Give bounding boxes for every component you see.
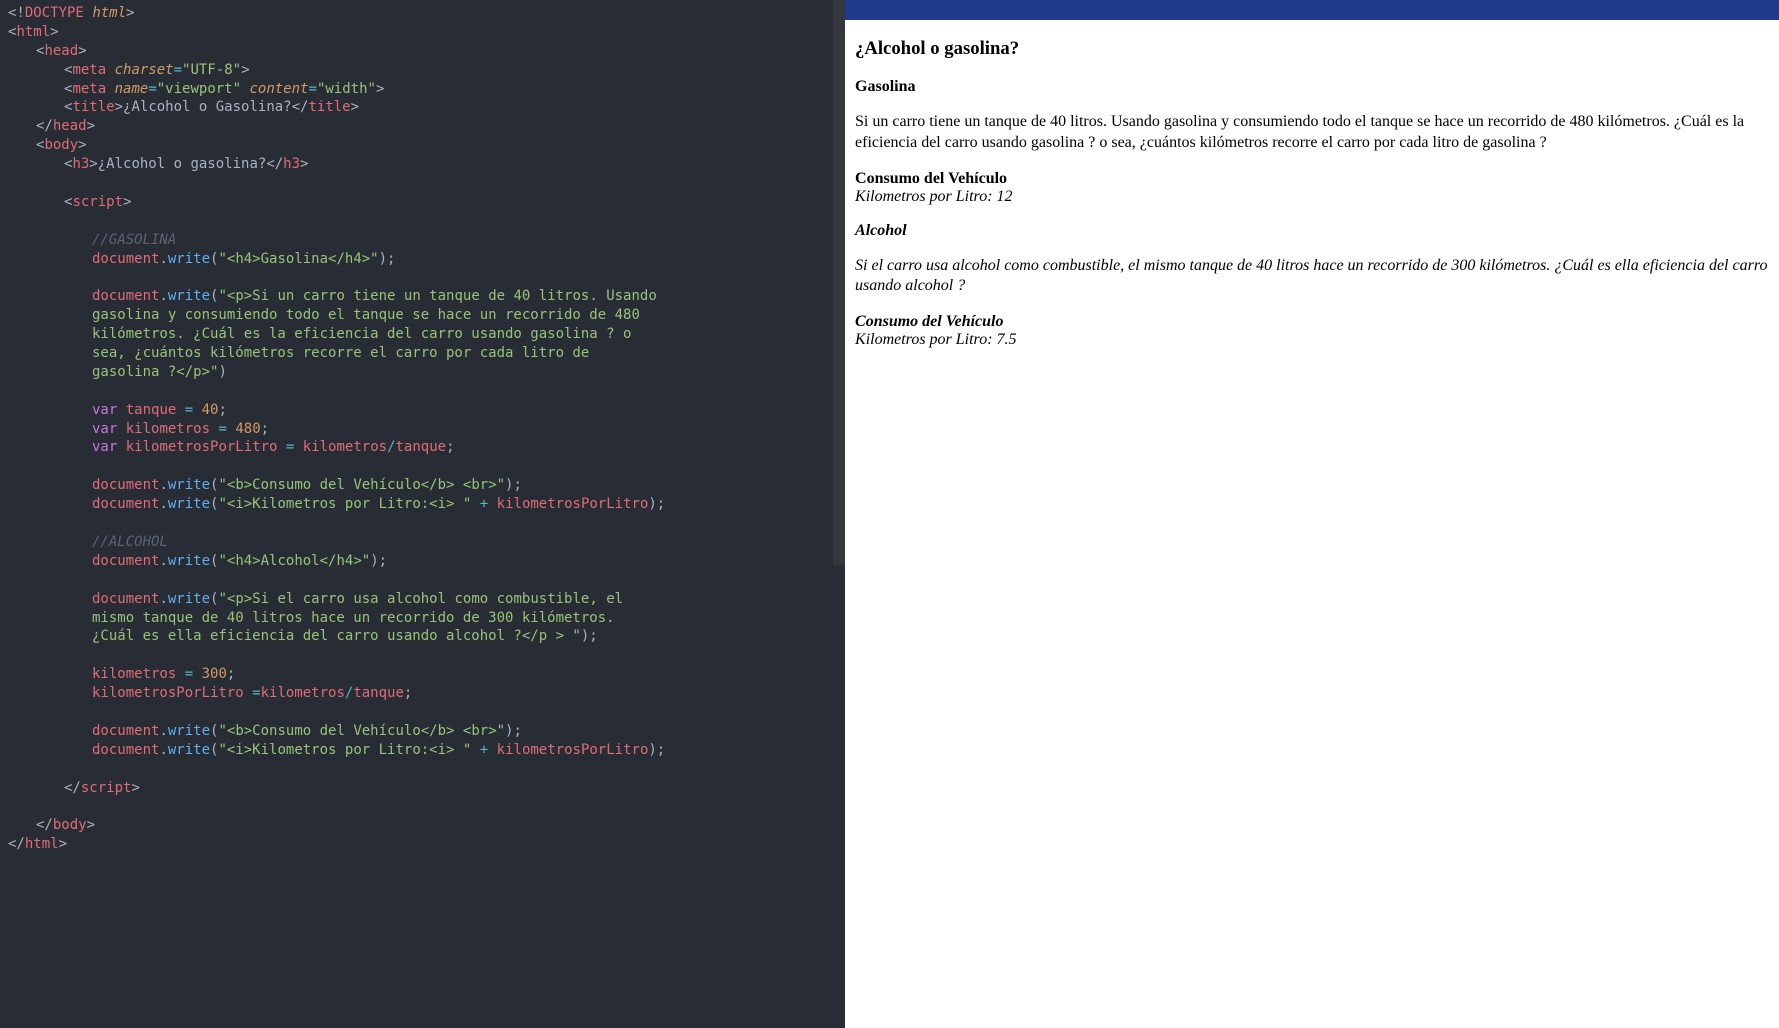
code-editor-pane[interactable]: <!DOCTYPE html> <html> <head> <meta char… — [0, 0, 845, 1028]
code-line[interactable]: kilometrosPorLitro =kilometros/tanque; — [8, 684, 837, 703]
code-line[interactable]: </html> — [8, 835, 837, 854]
alcohol-heading: Alcohol — [855, 222, 1769, 240]
consumo-label: Consumo del Vehículo — [855, 170, 1007, 187]
gasolina-heading: Gasolina — [855, 78, 1769, 96]
scrollbar[interactable] — [833, 0, 845, 565]
code-line[interactable]: ¿Cuál es ella eficiencia del carro usand… — [8, 627, 837, 646]
code-line[interactable]: var kilometros = 480; — [8, 420, 837, 439]
code-line[interactable]: </head> — [8, 117, 837, 136]
code-line[interactable]: document.write("<i>Kilometros por Litro:… — [8, 741, 837, 760]
preview-header-bar — [845, 0, 1779, 20]
code-line[interactable]: //ALCOHOL — [8, 533, 837, 552]
page-title: ¿Alcohol o gasolina? — [855, 38, 1769, 60]
code-line[interactable]: <body> — [8, 136, 837, 155]
gasolina-text: Si un carro tiene un tanque de 40 litros… — [855, 112, 1769, 154]
code-line[interactable]: //GASOLINA — [8, 231, 837, 250]
gasolina-kpl: Kilometros por Litro: 12 — [855, 188, 1013, 205]
code-line[interactable]: document.write("<b>Consumo del Vehículo<… — [8, 476, 837, 495]
code-line[interactable]: <!DOCTYPE html> — [8, 4, 837, 23]
code-line[interactable]: <title>¿Alcohol o Gasolina?</title> — [8, 98, 837, 117]
code-line[interactable]: <script> — [8, 193, 837, 212]
code-line[interactable]: document.write("<i>Kilometros por Litro:… — [8, 495, 837, 514]
code-line[interactable]: kilometros = 300; — [8, 665, 837, 684]
code-line[interactable]: <meta name="viewport" content="width"> — [8, 80, 837, 99]
alcohol-consumo: Consumo del Vehículo Kilometros por Litr… — [855, 313, 1769, 349]
code-line[interactable]: <html> — [8, 23, 837, 42]
preview-pane: ¿Alcohol o gasolina? Gasolina Si un carr… — [845, 0, 1779, 1028]
alcohol-text: Si el carro usa alcohol como combustible… — [855, 256, 1769, 298]
preview-content: ¿Alcohol o gasolina? Gasolina Si un carr… — [845, 20, 1779, 383]
code-line[interactable]: document.write("<h4>Gasolina</h4>"); — [8, 250, 837, 269]
code-line[interactable]: kilómetros. ¿Cuál es la eficiencia del c… — [8, 325, 837, 344]
code-line[interactable]: document.write("<p>Si el carro usa alcoh… — [8, 590, 837, 609]
gasolina-consumo: Consumo del Vehículo Kilometros por Litr… — [855, 170, 1769, 206]
code-line[interactable]: </body> — [8, 816, 837, 835]
code-line[interactable]: var kilometrosPorLitro = kilometros/tanq… — [8, 438, 837, 457]
code-line[interactable]: <h3>¿Alcohol o gasolina?</h3> — [8, 155, 837, 174]
code-line[interactable]: document.write("<b>Consumo del Vehículo<… — [8, 722, 837, 741]
code-line[interactable]: var tanque = 40; — [8, 401, 837, 420]
code-line[interactable]: gasolina y consumiendo todo el tanque se… — [8, 306, 837, 325]
code-line[interactable]: </script> — [8, 779, 837, 798]
code-line[interactable]: document.write("<h4>Alcohol</h4>"); — [8, 552, 837, 571]
consumo-label: Consumo del Vehículo — [855, 313, 1003, 330]
code-line[interactable]: sea, ¿cuántos kilómetros recorre el carr… — [8, 344, 837, 363]
code-line[interactable]: document.write("<p>Si un carro tiene un … — [8, 287, 837, 306]
alcohol-kpl: Kilometros por Litro: 7.5 — [855, 331, 1017, 348]
code-line[interactable]: <head> — [8, 42, 837, 61]
code-line[interactable]: <meta charset="UTF-8"> — [8, 61, 837, 80]
code-line[interactable]: mismo tanque de 40 litros hace un recorr… — [8, 609, 837, 628]
code-line[interactable]: gasolina ?</p>") — [8, 363, 837, 382]
